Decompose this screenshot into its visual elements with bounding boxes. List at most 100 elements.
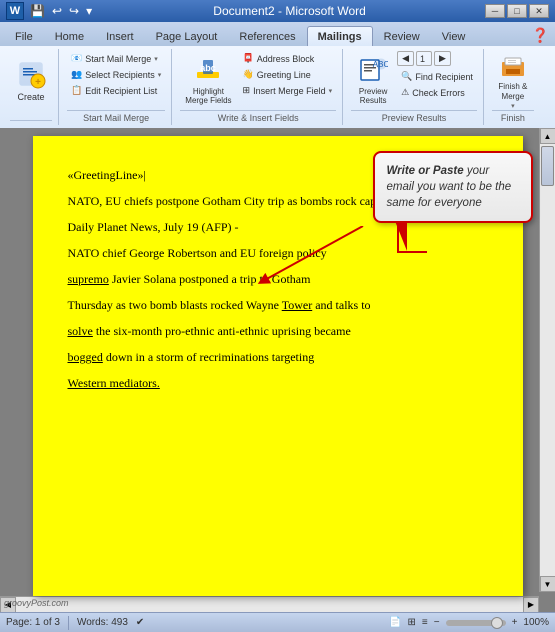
select-recipients-button[interactable]: 👥 Select Recipients ▾ [67, 67, 165, 82]
finish-dropdown-arrow: ▾ [511, 102, 515, 110]
address-block-label: Address Block [257, 54, 315, 64]
start-mail-merge-button[interactable]: 📧 Start Mail Merge ▾ [67, 51, 165, 66]
scroll-down-button[interactable]: ▼ [540, 576, 555, 592]
scroll-track[interactable] [540, 144, 555, 576]
tab-view[interactable]: View [431, 26, 477, 46]
close-button[interactable]: ✕ [529, 4, 549, 18]
group-label-preview: Preview Results [351, 110, 477, 123]
highlight-icon: abc [192, 54, 224, 85]
tab-review[interactable]: Review [373, 26, 431, 46]
highlight-merge-fields-button[interactable]: abc HighlightMerge Fields [180, 51, 236, 109]
finish-merge-button[interactable]: Finish &Merge ▾ [492, 51, 534, 109]
zoom-out-button[interactable]: − [434, 617, 440, 628]
ribbon-mail-column: 📧 Start Mail Merge ▾ 👥 Select Recipients… [67, 51, 165, 98]
finish-merge-label: Finish &Merge [498, 82, 527, 101]
address-icon: 📮 [243, 53, 254, 64]
insert-merge-field-label: Insert Merge Field [253, 86, 326, 96]
greeting-line-button[interactable]: 👋 Greeting Line [239, 67, 337, 82]
edit-recipient-label: Edit Recipient List [85, 86, 157, 96]
group-label-write-insert: Write & Insert Fields [180, 110, 336, 123]
list-icon: 📋 [71, 85, 82, 96]
document-area: ▲ ▼ ◀ ▶ Write or Paste your email you wa… [0, 128, 555, 612]
qa-undo[interactable]: ↩ [50, 4, 64, 18]
qa-redo[interactable]: ↪ [67, 4, 81, 18]
edit-recipient-list-button[interactable]: 📋 Edit Recipient List [67, 83, 165, 98]
qa-more[interactable]: ▾ [84, 4, 94, 18]
supremo-word: supremo [68, 272, 109, 286]
ribbon: + Create 📧 Start Mail Merge ▾ 👥 Select R… [0, 46, 555, 128]
find-recipient-button[interactable]: 🔍 Find Recipient [397, 69, 477, 84]
ribbon-group-write-insert: abc HighlightMerge Fields 📮 Address Bloc… [174, 49, 343, 125]
callout-tooltip: Write or Paste your email you want to be… [373, 151, 533, 223]
tab-insert[interactable]: Insert [95, 26, 145, 46]
word-icon: W [6, 2, 24, 20]
find-recipient-label: Find Recipient [415, 72, 473, 82]
ribbon-preview-column: ◀ 1 ▶ 🔍 Find Recipient ⚠ Check Errors [397, 51, 477, 100]
qa-save[interactable]: 💾 [28, 4, 47, 18]
create-icon: + [15, 58, 47, 90]
dropdown-arrow: ▾ [154, 55, 158, 63]
word-count: Words: 493 [77, 617, 128, 628]
tab-references[interactable]: References [228, 26, 306, 46]
zoom-in-button[interactable]: + [512, 617, 518, 628]
preview-results-button[interactable]: ABC PreviewResults [351, 51, 395, 109]
check-icon: ⚠ [401, 87, 409, 98]
status-right: 📄 ⊞ ≡ − + 100% [389, 617, 549, 628]
paragraph-7: bogged down in a storm of recriminations… [68, 348, 488, 366]
help-button[interactable]: ❓ [530, 25, 551, 46]
view-layout-icon[interactable]: ≡ [422, 617, 428, 628]
tower-word: Tower [282, 298, 312, 312]
finish-icon [497, 50, 529, 80]
create-button[interactable]: + Create [10, 51, 52, 109]
check-errors-button[interactable]: ⚠ Check Errors [397, 85, 477, 100]
scroll-up-button[interactable]: ▲ [540, 128, 555, 144]
insert-merge-field-button[interactable]: ⊞ Insert Merge Field ▾ [239, 83, 337, 98]
view-print-icon[interactable]: 📄 [389, 617, 401, 628]
group-label-create [10, 120, 52, 123]
next-record-button[interactable]: ▶ [434, 51, 451, 66]
paragraph-4: supremo Javier Solana postponed a trip t… [68, 270, 488, 288]
spell-check-icon[interactable]: ✔ [136, 617, 144, 628]
create-label: Create [17, 92, 44, 102]
minimize-button[interactable]: ─ [485, 4, 505, 18]
find-icon: 🔍 [401, 71, 412, 82]
svg-text:ABC: ABC [373, 60, 388, 69]
insert-icon: ⊞ [243, 85, 251, 96]
view-fullscreen-icon[interactable]: ⊞ [408, 617, 416, 628]
preview-icon: ABC [357, 54, 389, 85]
ribbon-preview-buttons: ABC PreviewResults ◀ 1 ▶ 🔍 Find Recipien… [351, 51, 477, 110]
greeting-line-label: Greeting Line [257, 70, 311, 80]
address-block-button[interactable]: 📮 Address Block [239, 51, 337, 66]
callout-text-bold: Write or Paste [387, 165, 464, 177]
start-mail-merge-label: Start Mail Merge [85, 54, 151, 64]
prev-record-button[interactable]: ◀ [397, 51, 414, 66]
scroll-right-button[interactable]: ▶ [523, 597, 539, 613]
tab-file[interactable]: File [4, 26, 44, 46]
zoom-slider[interactable] [446, 620, 506, 626]
ribbon-mail-buttons: 📧 Start Mail Merge ▾ 👥 Select Recipients… [67, 51, 165, 110]
check-errors-label: Check Errors [412, 88, 465, 98]
title-bar-left: W 💾 ↩ ↪ ▾ [6, 2, 94, 20]
maximize-button[interactable]: □ [507, 4, 527, 18]
svg-text:+: + [35, 77, 41, 88]
status-separator [68, 616, 69, 630]
preview-label: PreviewResults [359, 87, 387, 106]
mail-icon: 📧 [71, 53, 82, 64]
record-number-field[interactable]: 1 [416, 51, 432, 66]
solve-word: solve [68, 324, 93, 338]
scroll-track-h[interactable] [16, 597, 523, 612]
tab-mailings[interactable]: Mailings [307, 26, 373, 46]
dropdown-arrow3: ▾ [329, 87, 333, 95]
tab-page-layout[interactable]: Page Layout [145, 26, 229, 46]
horizontal-scrollbar[interactable]: ◀ ▶ [0, 596, 539, 612]
title-bar: W 💾 ↩ ↪ ▾ Document2 - Microsoft Word ─ □… [0, 0, 555, 22]
scroll-thumb[interactable] [541, 146, 554, 186]
ribbon-group-mail-merge: 📧 Start Mail Merge ▾ 👥 Select Recipients… [61, 49, 172, 125]
vertical-scrollbar[interactable]: ▲ ▼ [539, 128, 555, 592]
ribbon-group-start-mail-merge: + Create [4, 49, 59, 125]
ribbon-write-column: 📮 Address Block 👋 Greeting Line ⊞ Insert… [239, 51, 337, 98]
ribbon-group-buttons: + Create [10, 51, 52, 120]
tab-home[interactable]: Home [44, 26, 95, 46]
bogged-word: bogged [68, 350, 103, 364]
western-mediators-word: Western mediators. [68, 376, 160, 390]
